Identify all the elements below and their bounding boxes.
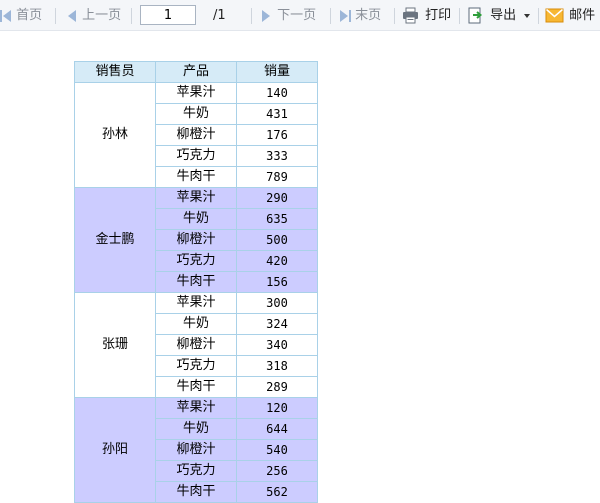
product-cell: 牛奶 (155, 418, 237, 440)
product-cell: 苹果汁 (155, 292, 237, 314)
product-cell: 牛奶 (155, 313, 237, 335)
sales-report-table: 销售员 产品 销量 孙林 苹果汁 140 牛奶 431 柳橙汁 176 巧克力 … (74, 61, 318, 503)
salesperson-group: 孙林 苹果汁 140 牛奶 431 柳橙汁 176 巧克力 333 牛肉干 78… (74, 82, 318, 188)
product-cell: 巧克力 (155, 460, 237, 482)
quantity-cell: 176 (236, 124, 318, 146)
quantity-cell: 540 (236, 439, 318, 461)
salesperson-cell: 孙阳 (74, 397, 156, 503)
mail-label: 邮件 (569, 8, 596, 23)
last-page-label: 末页 (355, 8, 382, 23)
salesperson-cell: 张珊 (74, 292, 156, 398)
quantity-cell: 120 (236, 397, 318, 419)
table-row: 孙阳 苹果汁 120 (74, 397, 318, 503)
column-header-salesperson: 销售员 (74, 61, 156, 83)
quantity-cell: 644 (236, 418, 318, 440)
toolbar-divider (251, 8, 252, 24)
toolbar-divider (394, 8, 395, 24)
quantity-cell: 562 (236, 481, 318, 503)
product-cell: 牛肉干 (155, 376, 237, 398)
first-page-icon (0, 0, 12, 31)
export-icon (467, 0, 486, 31)
quantity-cell: 318 (236, 355, 318, 377)
chevron-down-icon (524, 13, 531, 18)
salesperson-group: 孙阳 苹果汁 120 牛奶 644 柳橙汁 540 巧克力 256 牛肉干 56… (74, 397, 318, 503)
column-header-quantity: 销量 (236, 61, 318, 83)
quantity-cell: 635 (236, 208, 318, 230)
mail-icon (545, 0, 565, 31)
first-page-label: 首页 (16, 8, 43, 23)
product-cell: 苹果汁 (155, 187, 237, 209)
report-toolbar: 首页 上一页 /1 下一页 末页 打 (0, 0, 600, 31)
table-header-row: 销售员 产品 销量 (74, 61, 318, 83)
toolbar-divider (55, 8, 56, 24)
product-cell: 柳橙汁 (155, 124, 237, 146)
toolbar-divider (538, 8, 539, 24)
quantity-cell: 340 (236, 334, 318, 356)
quantity-cell: 290 (236, 187, 318, 209)
table-row: 金士鹏 苹果汁 290 (74, 187, 318, 293)
mail-button[interactable]: 邮件 (545, 0, 595, 31)
page-number-input[interactable] (140, 5, 196, 25)
product-cell: 巧克力 (155, 250, 237, 272)
quantity-cell: 300 (236, 292, 318, 314)
toolbar-divider (330, 8, 331, 24)
salesperson-cell: 孙林 (74, 82, 156, 188)
quantity-cell: 420 (236, 250, 318, 272)
prev-page-label: 上一页 (82, 8, 122, 23)
print-button[interactable]: 打印 (402, 0, 451, 31)
table-row: 孙林 苹果汁 140 (74, 82, 318, 188)
quantity-cell: 333 (236, 145, 318, 167)
product-cell: 巧克力 (155, 145, 237, 167)
salesperson-group: 张珊 苹果汁 300 牛奶 324 柳橙汁 340 巧克力 318 牛肉干 28… (74, 292, 318, 398)
toolbar-divider (459, 8, 460, 24)
printer-icon (402, 0, 421, 31)
product-cell: 牛肉干 (155, 481, 237, 503)
quantity-cell: 324 (236, 313, 318, 335)
next-page-button[interactable]: 下一页 (261, 0, 316, 31)
prev-page-button[interactable]: 上一页 (66, 0, 121, 31)
table-row: 张珊 苹果汁 300 (74, 292, 318, 398)
first-page-button[interactable]: 首页 (0, 0, 42, 31)
product-cell: 柳橙汁 (155, 334, 237, 356)
product-cell: 柳橙汁 (155, 439, 237, 461)
toolbar-divider (131, 8, 132, 24)
product-cell: 苹果汁 (155, 397, 237, 419)
print-label: 打印 (425, 8, 452, 23)
quantity-cell: 431 (236, 103, 318, 125)
quantity-cell: 789 (236, 166, 318, 188)
quantity-cell: 156 (236, 271, 318, 293)
page-total: /1 (213, 8, 226, 23)
salesperson-group: 金士鹏 苹果汁 290 牛奶 635 柳橙汁 500 巧克力 420 牛肉干 1… (74, 187, 318, 293)
next-page-label: 下一页 (277, 8, 317, 23)
quantity-cell: 256 (236, 460, 318, 482)
product-cell: 牛奶 (155, 208, 237, 230)
product-cell: 柳橙汁 (155, 229, 237, 251)
export-label: 导出 (490, 8, 517, 23)
salesperson-cell: 金士鹏 (74, 187, 156, 293)
prev-page-icon (66, 0, 78, 31)
product-cell: 苹果汁 (155, 82, 237, 104)
product-cell: 牛肉干 (155, 166, 237, 188)
product-cell: 巧克力 (155, 355, 237, 377)
product-cell: 牛肉干 (155, 271, 237, 293)
quantity-cell: 500 (236, 229, 318, 251)
export-dropdown-button[interactable]: 导出 (467, 0, 531, 31)
product-cell: 牛奶 (155, 103, 237, 125)
column-header-product: 产品 (155, 61, 237, 83)
last-page-button[interactable]: 末页 (339, 0, 381, 31)
last-page-icon (339, 0, 351, 31)
quantity-cell: 289 (236, 376, 318, 398)
quantity-cell: 140 (236, 82, 318, 104)
next-page-icon (261, 0, 273, 31)
